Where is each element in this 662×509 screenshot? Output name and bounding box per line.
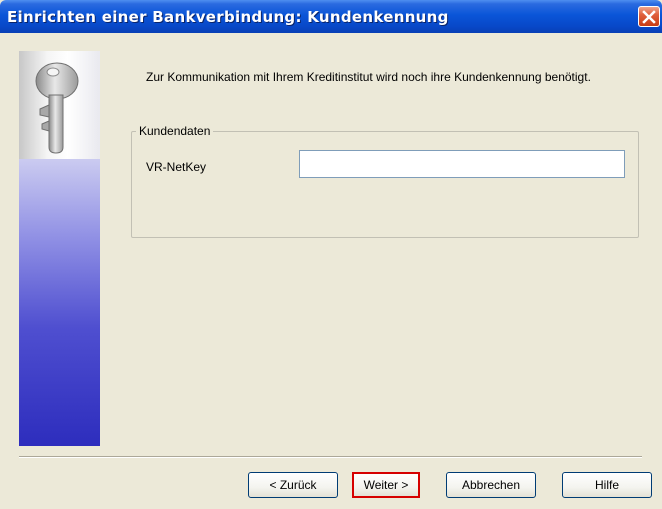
separator: [19, 456, 642, 458]
groupbox-legend: Kundendaten: [136, 124, 214, 138]
window-title: Einrichten einer Bankverbindung: Kundenk…: [7, 8, 449, 26]
close-button[interactable]: [638, 6, 660, 27]
next-button[interactable]: Weiter >: [352, 472, 420, 498]
key-icon: [35, 62, 79, 154]
help-button[interactable]: Hilfe: [562, 472, 652, 498]
back-button[interactable]: < Zurück: [248, 472, 338, 498]
close-icon: [642, 9, 656, 24]
wizard-sidebar-image: [19, 51, 100, 446]
netkey-input[interactable]: [299, 150, 625, 178]
customer-data-groupbox: [131, 131, 639, 238]
title-bar: Einrichten einer Bankverbindung: Kundenk…: [0, 0, 662, 33]
netkey-label: VR-NetKey: [146, 160, 207, 174]
intro-text: Zur Kommunikation mit Ihrem Kreditinstit…: [146, 70, 591, 84]
cancel-button[interactable]: Abbrechen: [446, 472, 536, 498]
